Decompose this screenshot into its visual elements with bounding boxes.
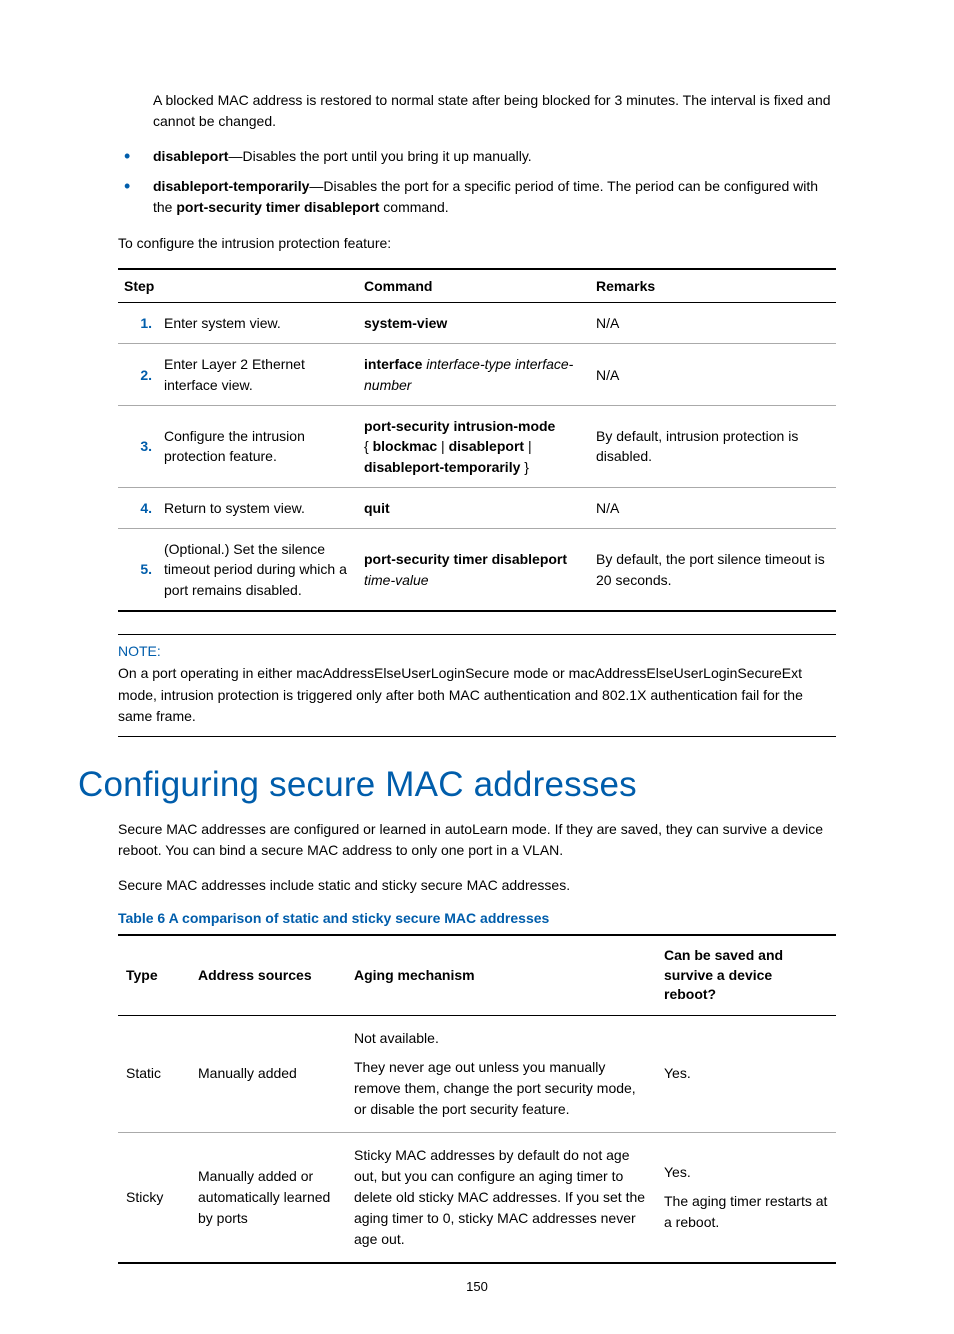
note-body: On a port operating in either macAddress… <box>118 663 836 736</box>
table-row: 4. Return to system view. quit N/A <box>118 487 836 528</box>
table-row: 1. Enter system view. system-view N/A <box>118 303 836 344</box>
configure-lead: To configure the intrusion protection fe… <box>118 233 836 254</box>
compare-table: Type Address sources Aging mechanism Can… <box>118 934 836 1264</box>
note-box: NOTE: On a port operating in either macA… <box>118 634 836 737</box>
bullet-disableport: disableport—Disables the port until you … <box>118 146 836 168</box>
section-para2: Secure MAC addresses include static and … <box>118 875 836 896</box>
table-row: 2. Enter Layer 2 Ethernet interface view… <box>118 344 836 406</box>
steps-table: Step Command Remarks 1. Enter system vie… <box>118 268 836 612</box>
table-row: Static Manually added Not available. The… <box>118 1015 836 1132</box>
table-row: 5. (Optional.) Set the silence timeout p… <box>118 529 836 611</box>
section-para1: Secure MAC addresses are configured or l… <box>118 819 836 861</box>
page-number: 150 <box>0 1279 954 1294</box>
th-type: Type <box>118 935 190 1015</box>
th-step: Step <box>118 269 358 303</box>
table-row: 3. Configure the intrusion protection fe… <box>118 405 836 487</box>
th-remarks: Remarks <box>590 269 836 303</box>
th-sources: Address sources <box>190 935 346 1015</box>
table-caption: Table 6 A comparison of static and stick… <box>118 910 836 926</box>
th-command: Command <box>358 269 590 303</box>
th-reboot: Can be saved and survive a device reboot… <box>656 935 836 1015</box>
th-aging: Aging mechanism <box>346 935 656 1015</box>
bullet-list: disableport—Disables the port until you … <box>118 146 836 219</box>
note-label: NOTE: <box>118 635 836 663</box>
table-row: Sticky Manually added or automatically l… <box>118 1132 836 1263</box>
section-heading: Configuring secure MAC addresses <box>78 765 836 805</box>
bullet-disableport-temporarily: disableport-temporarily—Disables the por… <box>118 176 836 219</box>
intro-paragraph: A blocked MAC address is restored to nor… <box>153 90 836 132</box>
